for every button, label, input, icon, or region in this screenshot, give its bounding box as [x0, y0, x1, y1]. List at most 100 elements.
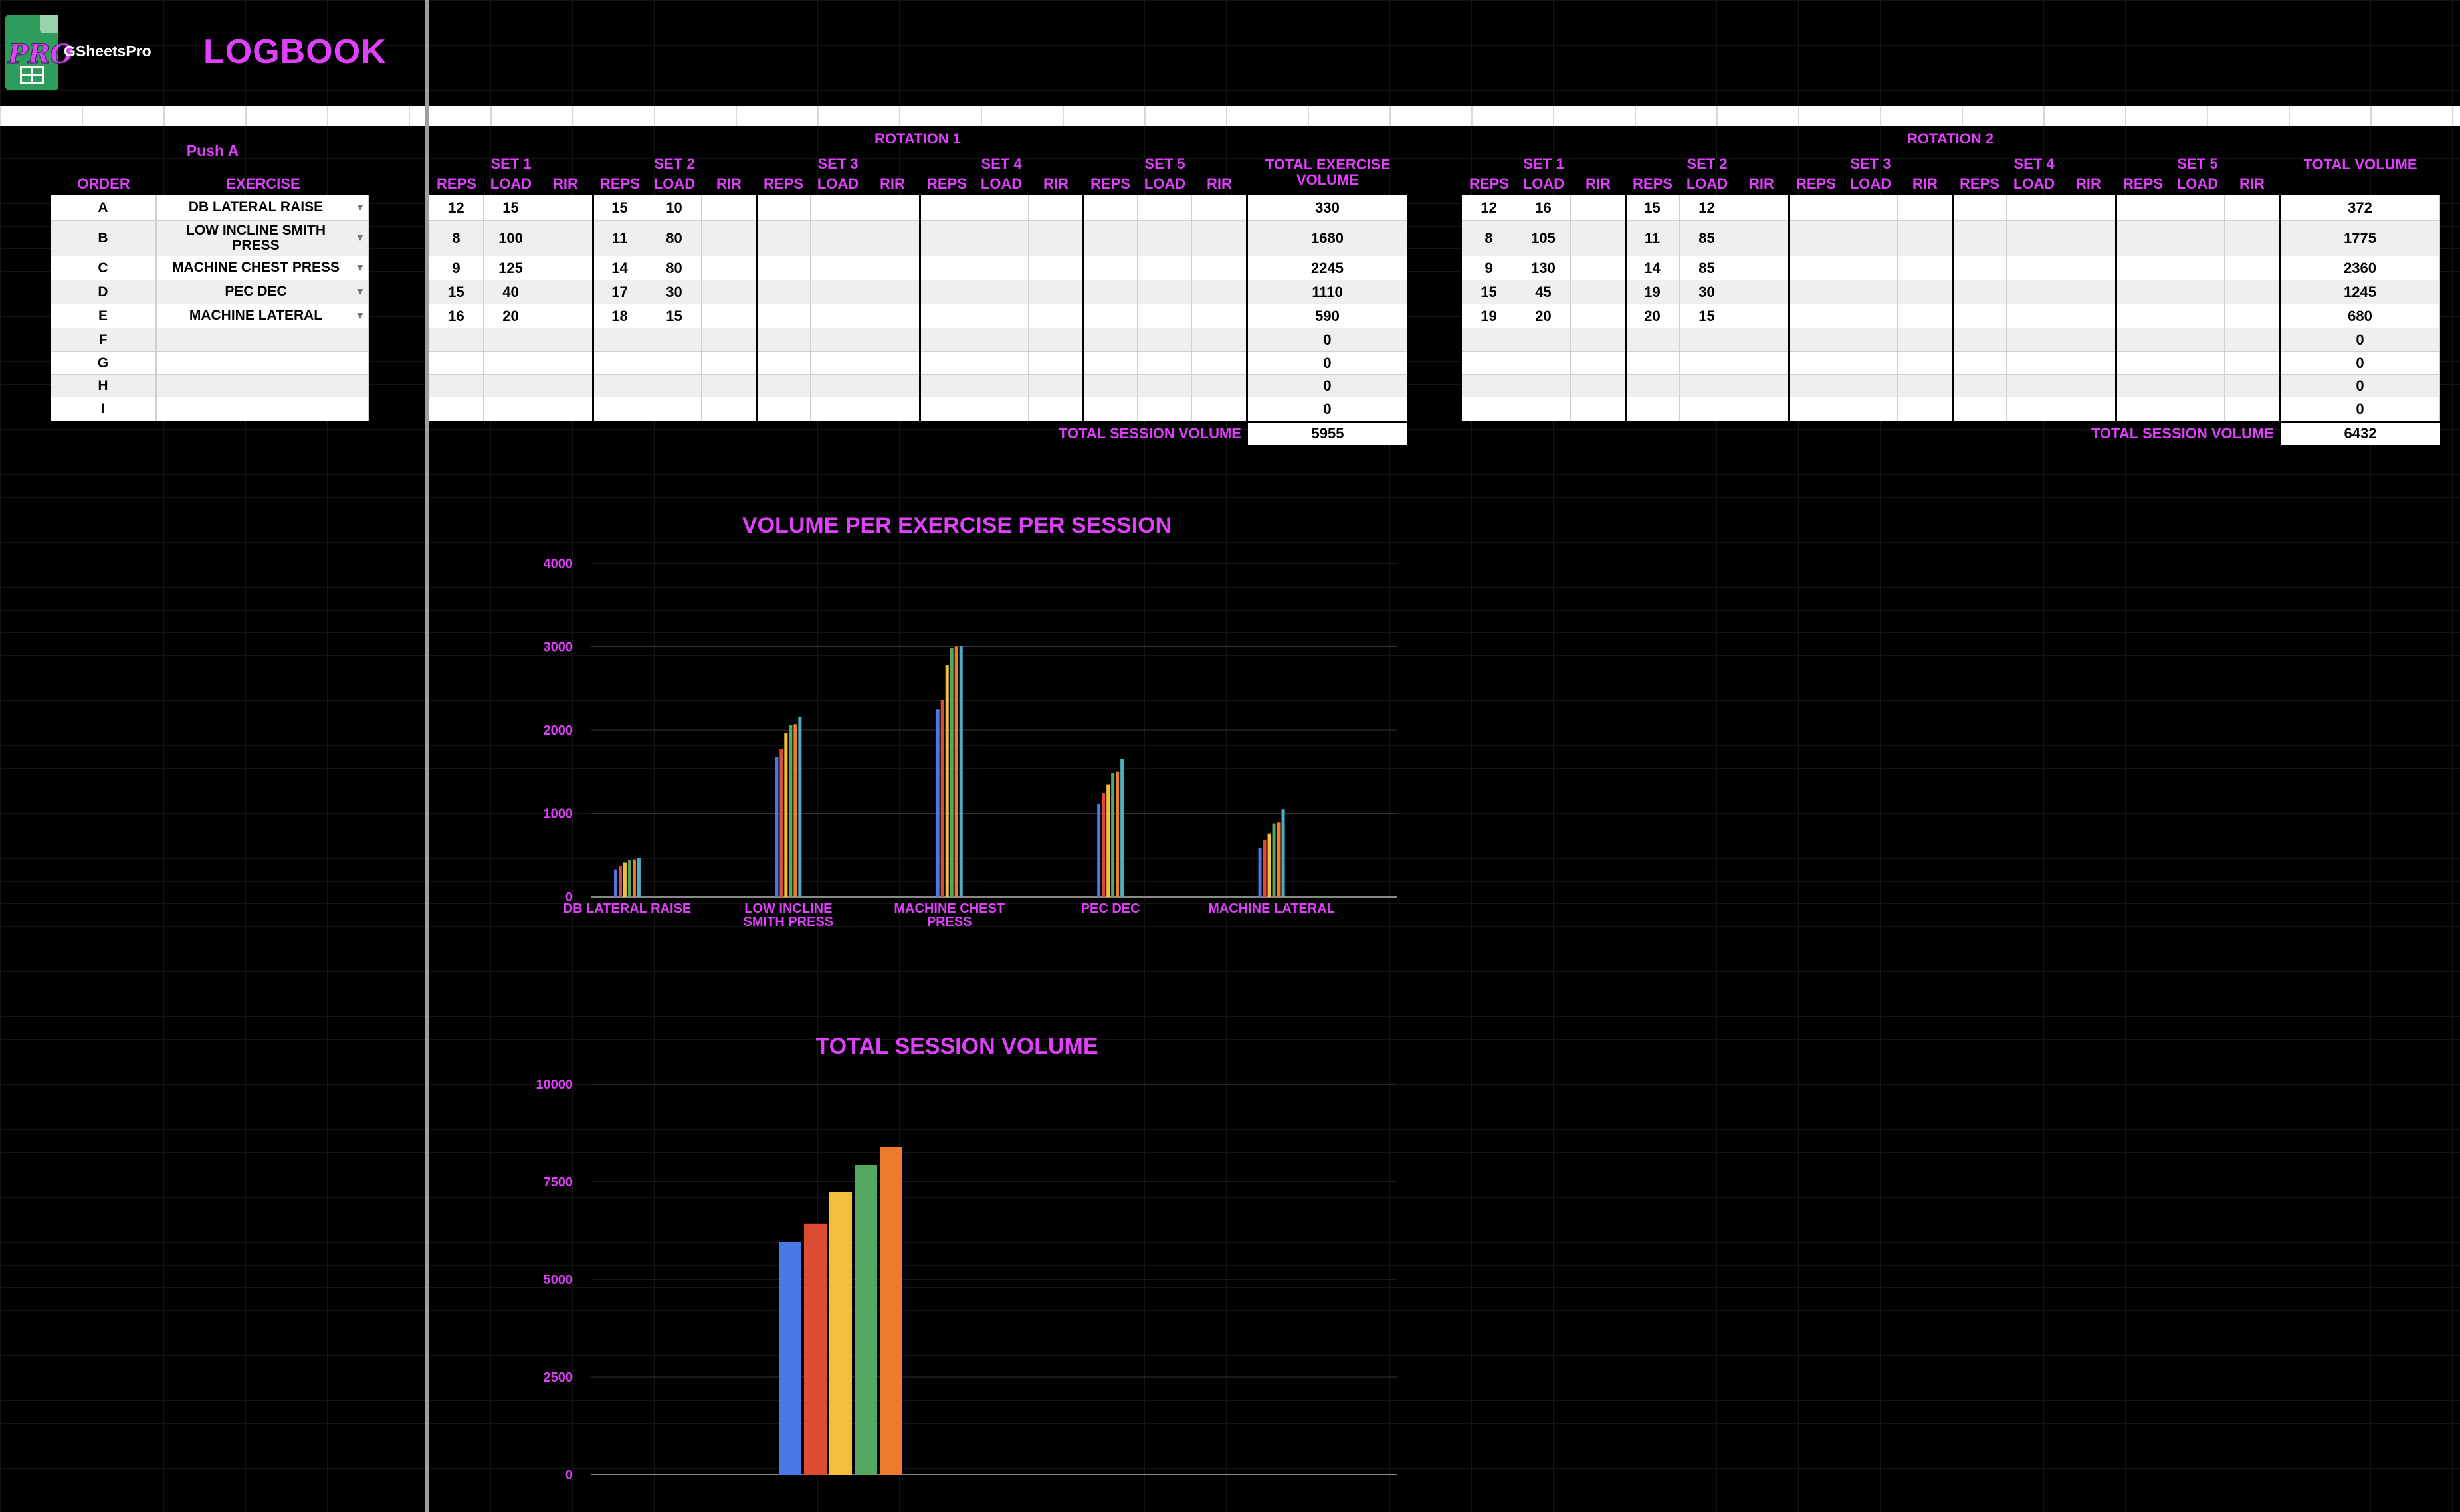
set-value-cell[interactable] — [1571, 397, 1625, 421]
set-value-cell[interactable]: 14 — [1625, 256, 1680, 280]
set-value-cell[interactable] — [702, 221, 756, 256]
set-value-cell[interactable] — [1625, 352, 1680, 375]
set-value-cell[interactable]: 15 — [1625, 195, 1680, 221]
set-value-cell[interactable] — [1898, 397, 1952, 421]
set-value-cell[interactable] — [2061, 256, 2116, 280]
set-value-cell[interactable] — [1462, 397, 1516, 421]
set-value-cell[interactable] — [2116, 328, 2170, 352]
set-value-cell[interactable] — [974, 256, 1029, 280]
set-value-cell[interactable] — [2061, 195, 2116, 221]
exercise-dropdown[interactable]: DB LATERAL RAISE — [157, 195, 369, 221]
set-value-cell[interactable] — [1571, 221, 1625, 256]
set-value-cell[interactable] — [2007, 397, 2061, 421]
set-value-cell[interactable] — [2061, 280, 2116, 304]
set-value-cell[interactable] — [811, 328, 865, 352]
set-value-cell[interactable] — [1734, 256, 1789, 280]
set-value-cell[interactable] — [1192, 280, 1247, 304]
set-value-cell[interactable] — [1952, 221, 2007, 256]
set-value-cell[interactable] — [1952, 195, 2007, 221]
set-value-cell[interactable] — [2225, 328, 2279, 352]
set-value-cell[interactable] — [538, 256, 593, 280]
set-value-cell[interactable] — [756, 280, 811, 304]
set-value-cell[interactable] — [974, 397, 1029, 421]
set-value-cell[interactable] — [1571, 304, 1625, 328]
set-value-cell[interactable] — [2225, 352, 2279, 375]
set-value-cell[interactable] — [756, 397, 811, 421]
set-value-cell[interactable] — [1843, 397, 1898, 421]
set-value-cell[interactable]: 30 — [647, 280, 702, 304]
set-value-cell[interactable] — [538, 328, 593, 352]
set-value-cell[interactable] — [538, 397, 593, 421]
set-value-cell[interactable] — [1734, 304, 1789, 328]
set-value-cell[interactable] — [1462, 375, 1516, 397]
set-value-cell[interactable]: 105 — [1516, 221, 1571, 256]
set-value-cell[interactable] — [1083, 375, 1138, 397]
set-value-cell[interactable] — [429, 328, 484, 352]
set-value-cell[interactable]: 10 — [647, 195, 702, 221]
set-value-cell[interactable] — [1192, 304, 1247, 328]
set-value-cell[interactable] — [1789, 375, 1843, 397]
set-value-cell[interactable] — [1083, 304, 1138, 328]
set-value-cell[interactable] — [1029, 221, 1083, 256]
set-value-cell[interactable]: 12 — [1680, 195, 1734, 221]
set-value-cell[interactable] — [974, 328, 1029, 352]
set-value-cell[interactable] — [702, 397, 756, 421]
set-value-cell[interactable] — [974, 221, 1029, 256]
set-value-cell[interactable] — [1625, 375, 1680, 397]
set-value-cell[interactable] — [1138, 221, 1192, 256]
set-value-cell[interactable] — [1898, 304, 1952, 328]
set-value-cell[interactable] — [1952, 352, 2007, 375]
set-value-cell[interactable] — [756, 328, 811, 352]
set-value-cell[interactable] — [1898, 280, 1952, 304]
set-value-cell[interactable] — [1952, 256, 2007, 280]
set-value-cell[interactable] — [1734, 280, 1789, 304]
set-value-cell[interactable] — [1843, 352, 1898, 375]
set-value-cell[interactable] — [1734, 328, 1789, 352]
set-value-cell[interactable] — [1516, 397, 1571, 421]
set-value-cell[interactable] — [2170, 195, 2225, 221]
set-value-cell[interactable] — [538, 195, 593, 221]
set-value-cell[interactable]: 14 — [593, 256, 647, 280]
set-value-cell[interactable] — [1083, 397, 1138, 421]
set-value-cell[interactable] — [756, 221, 811, 256]
set-value-cell[interactable] — [920, 352, 974, 375]
set-value-cell[interactable] — [2116, 352, 2170, 375]
set-value-cell[interactable] — [2061, 397, 2116, 421]
set-value-cell[interactable] — [974, 375, 1029, 397]
set-value-cell[interactable] — [1843, 195, 1898, 221]
set-value-cell[interactable] — [1789, 328, 1843, 352]
set-value-cell[interactable] — [538, 375, 593, 397]
set-value-cell[interactable]: 15 — [484, 195, 538, 221]
set-value-cell[interactable] — [2007, 304, 2061, 328]
set-value-cell[interactable] — [647, 375, 702, 397]
set-value-cell[interactable] — [811, 352, 865, 375]
set-value-cell[interactable] — [702, 195, 756, 221]
set-value-cell[interactable] — [2170, 280, 2225, 304]
set-value-cell[interactable] — [1952, 397, 2007, 421]
set-value-cell[interactable] — [1029, 397, 1083, 421]
set-value-cell[interactable] — [2116, 256, 2170, 280]
exercise-dropdown[interactable] — [157, 352, 369, 375]
set-value-cell[interactable] — [2170, 352, 2225, 375]
set-value-cell[interactable] — [1789, 221, 1843, 256]
set-value-cell[interactable] — [2225, 256, 2279, 280]
set-value-cell[interactable] — [1843, 280, 1898, 304]
set-value-cell[interactable] — [920, 256, 974, 280]
set-value-cell[interactable] — [647, 328, 702, 352]
set-value-cell[interactable] — [538, 221, 593, 256]
set-value-cell[interactable] — [1571, 256, 1625, 280]
set-value-cell[interactable] — [1898, 221, 1952, 256]
set-value-cell[interactable] — [1029, 352, 1083, 375]
set-value-cell[interactable]: 8 — [1462, 221, 1516, 256]
set-value-cell[interactable] — [1952, 375, 2007, 397]
set-value-cell[interactable] — [1192, 397, 1247, 421]
exercise-dropdown[interactable]: PEC DEC — [157, 280, 369, 304]
set-value-cell[interactable] — [974, 352, 1029, 375]
set-value-cell[interactable] — [2170, 304, 2225, 328]
set-value-cell[interactable] — [756, 195, 811, 221]
set-value-cell[interactable] — [1952, 304, 2007, 328]
set-value-cell[interactable] — [920, 397, 974, 421]
set-value-cell[interactable] — [2116, 397, 2170, 421]
set-value-cell[interactable] — [1952, 280, 2007, 304]
set-value-cell[interactable]: 12 — [429, 195, 484, 221]
